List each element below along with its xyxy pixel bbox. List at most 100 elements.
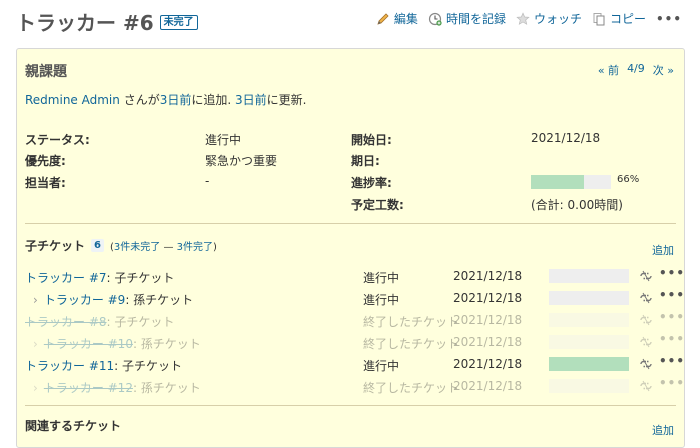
subtasks-header: 子チケット 6 (3件未完了 — 3件完了) [25, 237, 217, 254]
subtasks-closed-link[interactable]: 3件完了 [177, 242, 213, 253]
subtask-link[interactable]: トラッカー #11 [25, 359, 114, 373]
subtask-start-date: 2021/12/18 [453, 269, 523, 283]
copy-button[interactable]: コピー [592, 10, 646, 27]
subtask-subject: トラッカー #7: 子チケット [25, 269, 174, 286]
subtasks-meta-separator: — [160, 242, 177, 253]
status-label: ステータス: [25, 133, 90, 147]
previous-issue-link[interactable]: « 前 [598, 62, 619, 78]
start-date-label: 開始日: [351, 133, 392, 147]
status-badge: 未完了 [159, 14, 198, 30]
more-actions-icon[interactable]: ••• [659, 288, 685, 302]
issue-actions: 編集 時間を記録 ウォッチ コピー ••• [376, 10, 682, 27]
more-actions-icon[interactable]: ••• [659, 376, 685, 390]
subtask-row: › トラッカー #9: 孫チケット 進行中 2021/12/18 ••• [25, 287, 684, 309]
subtasks-open-link[interactable]: 3件未完了 [114, 242, 160, 253]
unlink-icon[interactable] [639, 269, 653, 283]
copy-icon [593, 12, 605, 25]
subtask-link[interactable]: トラッカー #7 [25, 271, 107, 285]
assignee-value: - [205, 174, 210, 188]
more-actions-icon[interactable]: ••• [659, 332, 685, 346]
copy-label: コピー [609, 12, 646, 26]
subtask-link[interactable]: トラッカー #8 [25, 315, 107, 329]
progress-percent: 66% [617, 174, 640, 185]
divider [25, 223, 676, 224]
log-time-label: 時間を記録 [445, 12, 506, 26]
watch-label: ウォッチ [533, 12, 582, 26]
progress-label: 進捗率: [351, 176, 392, 190]
subtask-subject: › トラッカー #10: 孫チケット [25, 335, 201, 352]
subtask-progress-bar [549, 379, 629, 393]
updated-text: に更新. [266, 93, 307, 107]
subtask-title: : 孫チケット [125, 293, 194, 307]
progress-bar-fill [531, 175, 584, 189]
estimate-value: (合計: 0.00時間) [531, 198, 623, 212]
subtask-row: トラッカー #11: 子チケット 進行中 2021/12/18 ••• [25, 353, 684, 375]
unlink-icon[interactable] [639, 379, 653, 393]
subtask-link[interactable]: トラッカー #9 [44, 293, 126, 307]
estimate-label: 予定工数: [351, 198, 404, 212]
chevron-right-icon: › [33, 337, 38, 351]
subtask-title: : 子チケット [106, 315, 175, 329]
edit-button[interactable]: 編集 [376, 10, 418, 27]
chevron-right-icon: › [33, 293, 38, 307]
more-actions-icon[interactable]: ••• [659, 354, 685, 368]
issue-navigation: « 前 4/9 次 » [598, 62, 674, 78]
add-subtask-link[interactable]: 追加 [652, 242, 674, 258]
subtask-start-date: 2021/12/18 [453, 379, 523, 393]
issue-header: トラッカー #6 未完了 [16, 6, 198, 36]
log-time-button[interactable]: 時間を記録 [428, 10, 506, 27]
unlink-icon[interactable] [639, 313, 653, 327]
subtask-progress-fill [549, 357, 629, 371]
author-link[interactable]: Redmine Admin [25, 93, 120, 107]
watch-button[interactable]: ウォッチ [516, 10, 582, 27]
subtask-status: 進行中 [363, 271, 400, 285]
start-date-attribute: 開始日: 2021/12/18 [351, 131, 600, 151]
subtasks-title: 子チケット [25, 239, 86, 253]
subtask-start-date: 2021/12/18 [453, 313, 523, 327]
subtask-link[interactable]: トラッカー #12 [44, 381, 133, 395]
updated-ago-link[interactable]: 3日前 [235, 93, 267, 107]
due-date-attribute: 期日: [351, 152, 380, 172]
subtasks-count-meta: (3件未完了 — 3件完了) [109, 242, 217, 253]
subtasks-count-badge: 6 [91, 239, 104, 252]
more-actions-icon[interactable]: ••• [656, 12, 682, 26]
next-issue-link[interactable]: 次 » [653, 62, 674, 78]
more-actions-icon[interactable]: ••• [659, 310, 685, 324]
divider [25, 405, 676, 406]
unlink-icon[interactable] [639, 291, 653, 305]
subtask-subject: トラッカー #8: 子チケット [25, 313, 174, 330]
page-title: トラッカー #6 [16, 10, 154, 35]
subtask-progress-bar [549, 335, 629, 349]
due-date-label: 期日: [351, 154, 380, 168]
subtask-title: : 孫チケット [132, 337, 201, 351]
subtask-status: 終了したチケット [363, 381, 460, 395]
related-issues-title: 関連するチケット [25, 419, 122, 433]
subtask-progress-bar [549, 269, 629, 283]
subtask-start-date: 2021/12/18 [453, 335, 523, 349]
more-actions-icon[interactable]: ••• [659, 266, 685, 280]
subtask-start-date: 2021/12/18 [453, 291, 523, 305]
subtask-progress-bar [549, 291, 629, 305]
status-value: 進行中 [205, 133, 242, 147]
issue-details: 親課題 « 前 4/9 次 » Redmine Admin さんが3日前に追加.… [16, 48, 685, 448]
author-line: Redmine Admin さんが3日前に追加. 3日前に更新. [25, 91, 306, 108]
subtask-status: 進行中 [363, 359, 400, 373]
unlink-icon[interactable] [639, 357, 653, 371]
subtask-title: : 子チケット [114, 359, 182, 373]
add-relation-link[interactable]: 追加 [652, 422, 674, 438]
subtask-title: : 孫チケット [132, 381, 201, 395]
subtask-status: 終了したチケット [363, 337, 460, 351]
issue-subject: 親課題 [25, 64, 67, 80]
added-ago-link[interactable]: 3日前 [160, 93, 192, 107]
assignee-label: 担当者: [25, 176, 66, 190]
chevron-right-icon: › [33, 381, 38, 395]
subtask-subject: トラッカー #11: 子チケット [25, 357, 182, 374]
subtask-row: トラッカー #8: 子チケット 終了したチケット 2021/12/18 ••• [25, 309, 684, 331]
unlink-icon[interactable] [639, 335, 653, 349]
subtask-link[interactable]: トラッカー #10 [44, 337, 133, 351]
subtask-start-date: 2021/12/18 [453, 357, 523, 371]
issue-position: 4/9 [627, 62, 645, 75]
clock-add-icon [428, 12, 442, 26]
subtask-subject: › トラッカー #9: 孫チケット [25, 291, 193, 308]
priority-value: 緊急かつ重要 [205, 154, 278, 168]
